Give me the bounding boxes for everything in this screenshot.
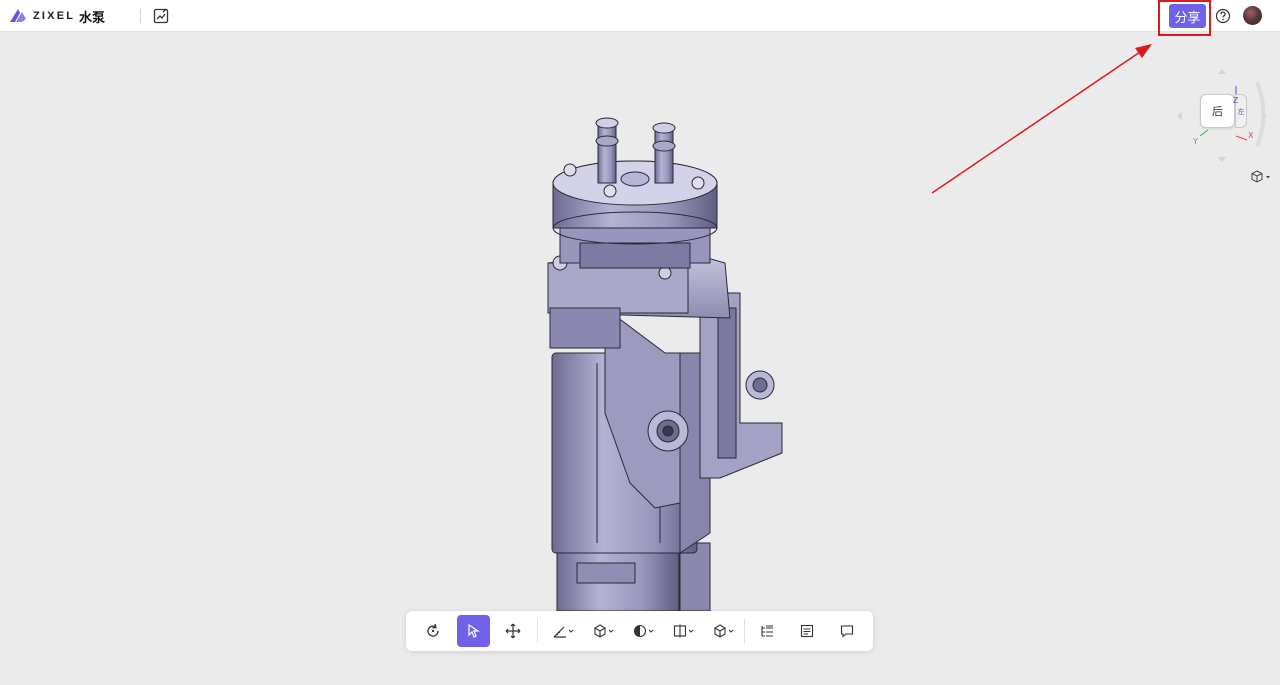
share-button[interactable]: 分享: [1169, 4, 1206, 28]
logo-text: ZIXEL: [33, 10, 76, 22]
section-icon[interactable]: [668, 615, 698, 647]
bottom-toolbar: [406, 611, 873, 651]
toolbar-divider: [537, 619, 538, 643]
water-pump-model[interactable]: [520, 113, 790, 653]
cursor-icon[interactable]: [457, 615, 490, 647]
list-icon[interactable]: [792, 615, 822, 647]
axis-y-label: Y: [1193, 137, 1198, 146]
logo-icon: [10, 9, 26, 22]
comment-icon[interactable]: [832, 615, 862, 647]
top-bar: ZIXEL 水泵 分享: [0, 0, 1280, 36]
axis-x-label: X: [1248, 131, 1254, 140]
view-cube[interactable]: 后 左 X Y Z: [1172, 64, 1272, 164]
3d-viewport[interactable]: [0, 33, 1280, 685]
header-divider: [140, 9, 141, 23]
toolbar-divider: [744, 619, 745, 643]
view-cube-menu-icon[interactable]: [1250, 169, 1272, 183]
move-icon[interactable]: [498, 615, 528, 647]
rotate-icon[interactable]: [418, 615, 448, 647]
axis-z-label: Z: [1233, 96, 1239, 105]
user-avatar[interactable]: [1243, 6, 1262, 25]
view-cube-face[interactable]: 后: [1200, 94, 1235, 128]
document-title: 水泵: [79, 11, 106, 26]
explode-icon[interactable]: [588, 615, 618, 647]
cube-view-icon[interactable]: [708, 615, 738, 647]
measure-icon[interactable]: [548, 615, 578, 647]
render-icon[interactable]: [628, 615, 658, 647]
edit-image-icon[interactable]: [153, 8, 169, 24]
tree-icon[interactable]: [752, 615, 782, 647]
help-circle-icon[interactable]: [1215, 8, 1231, 24]
zixel-logo[interactable]: ZIXEL: [8, 6, 75, 26]
